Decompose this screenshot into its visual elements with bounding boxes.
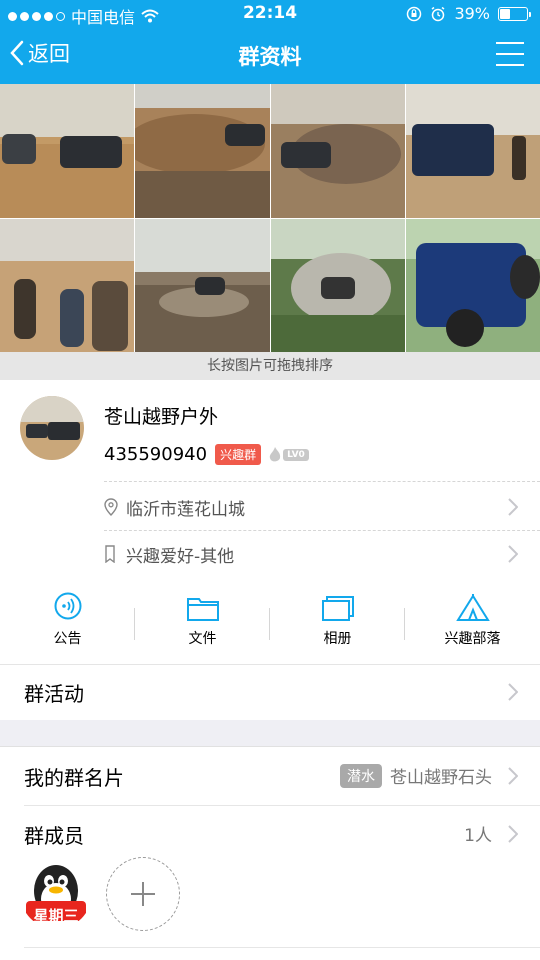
battery-percent: 39% bbox=[454, 4, 490, 23]
member-avatar-list: 星期三 bbox=[20, 857, 180, 931]
group-category-row[interactable]: 兴趣爱好-其他 bbox=[104, 531, 540, 577]
group-members-count: 1人 bbox=[464, 826, 492, 846]
member-role-tag: 潜水 bbox=[340, 763, 382, 788]
tent-icon bbox=[455, 592, 490, 622]
group-members-label: 群成员 bbox=[24, 823, 84, 848]
group-avatar[interactable] bbox=[20, 396, 84, 460]
group-category: 兴趣爱好-其他 bbox=[126, 546, 235, 567]
status-bar: 中国电信 22:14 39% bbox=[0, 0, 540, 28]
chevron-right-icon bbox=[508, 545, 518, 563]
page-title: 群资料 bbox=[238, 45, 302, 69]
group-photo[interactable] bbox=[0, 218, 135, 352]
my-group-card-label: 我的群名片 bbox=[24, 765, 124, 790]
folder-icon bbox=[186, 592, 220, 622]
group-id: 435590940 bbox=[104, 444, 208, 465]
photo-grid bbox=[0, 84, 540, 352]
group-photo[interactable] bbox=[405, 84, 540, 218]
group-activity-label: 群活动 bbox=[24, 682, 84, 706]
files-button[interactable]: 文件 bbox=[135, 592, 270, 662]
group-photo[interactable] bbox=[0, 84, 135, 218]
action-label: 相册 bbox=[323, 631, 352, 647]
group-location: 临沂市莲花山城 bbox=[126, 499, 245, 520]
alarm-icon bbox=[431, 6, 445, 21]
action-label: 公告 bbox=[53, 631, 82, 647]
battery-icon bbox=[498, 6, 531, 21]
group-photo[interactable] bbox=[270, 84, 405, 218]
membership-card: 我的群名片 潜水 苍山越野石头 群成员 1人 星期三 bbox=[0, 746, 540, 960]
chevron-right-icon bbox=[508, 498, 518, 516]
member-avatar-text: 星期三 bbox=[33, 907, 79, 925]
menu-icon[interactable] bbox=[496, 42, 524, 66]
location-pin-icon bbox=[104, 498, 126, 516]
orientation-lock-icon bbox=[407, 6, 422, 21]
group-photo[interactable] bbox=[270, 218, 405, 352]
group-info-card: 苍山越野户外 435590940 兴趣群 LV0 临沂市莲花山城 兴趣爱好-其他… bbox=[0, 380, 540, 720]
group-name: 苍山越野户外 bbox=[104, 406, 219, 428]
chevron-right-icon bbox=[508, 683, 518, 701]
action-label: 文件 bbox=[188, 631, 217, 647]
group-members-row[interactable]: 群成员 1人 bbox=[0, 805, 540, 863]
album-icon bbox=[321, 592, 355, 622]
level-badge: LV0 bbox=[283, 448, 309, 461]
group-type-tag: 兴趣群 bbox=[215, 444, 262, 465]
divider bbox=[24, 947, 540, 948]
group-id-row: 435590940 兴趣群 LV0 bbox=[104, 444, 309, 465]
group-location-row[interactable]: 临沂市莲花山城 bbox=[104, 484, 540, 530]
app-header: 中国电信 22:14 39% 返回 群资料 bbox=[0, 0, 540, 84]
group-photo[interactable] bbox=[135, 218, 270, 352]
photo-reorder-hint: 长按图片可拖拽排序 bbox=[0, 352, 540, 380]
nav-bar: 返回 群资料 bbox=[0, 28, 540, 84]
member-avatar[interactable]: 星期三 bbox=[20, 857, 92, 929]
my-group-card-value: 苍山越野石头 bbox=[390, 768, 492, 788]
group-members-count-wrap: 1人 bbox=[464, 821, 492, 846]
add-member-button[interactable] bbox=[106, 857, 180, 931]
album-button[interactable]: 相册 bbox=[270, 592, 405, 662]
divider bbox=[104, 481, 540, 482]
group-level: LV0 bbox=[269, 446, 309, 463]
my-group-card-value-wrap: 潜水 苍山越野石头 bbox=[340, 763, 492, 788]
action-label: 兴趣部落 bbox=[444, 631, 501, 647]
announcement-icon bbox=[53, 592, 83, 622]
interest-tribe-button[interactable]: 兴趣部落 bbox=[405, 592, 540, 662]
group-activity-row[interactable]: 群活动 bbox=[0, 664, 540, 720]
group-photo[interactable] bbox=[135, 84, 270, 218]
chevron-right-icon bbox=[508, 825, 518, 843]
plus-icon bbox=[131, 882, 155, 906]
group-actions: 公告 文件 相册 兴趣部落 bbox=[0, 592, 540, 662]
my-group-card-row[interactable]: 我的群名片 潜水 苍山越野石头 bbox=[0, 747, 540, 805]
announcement-button[interactable]: 公告 bbox=[0, 592, 135, 662]
status-right: 39% bbox=[406, 4, 531, 23]
flame-icon bbox=[269, 446, 281, 461]
chevron-right-icon bbox=[508, 767, 518, 785]
bookmark-icon bbox=[104, 545, 126, 563]
group-photo[interactable] bbox=[405, 218, 540, 352]
